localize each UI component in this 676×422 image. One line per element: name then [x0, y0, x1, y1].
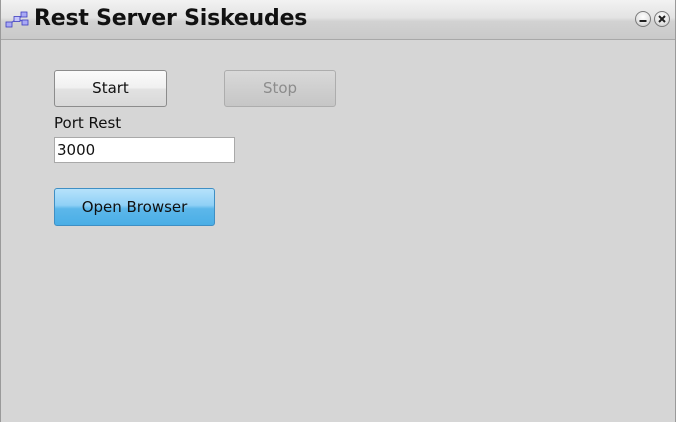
- title-bar[interactable]: Rest Server Siskeudes: [1, 0, 675, 40]
- open-browser-button[interactable]: Open Browser: [54, 188, 215, 226]
- network-nodes-icon: [5, 10, 29, 30]
- window-title: Rest Server Siskeudes: [34, 6, 308, 31]
- close-button[interactable]: [654, 11, 670, 27]
- app-window: Rest Server Siskeudes Start Stop Port Re…: [0, 0, 676, 422]
- port-input[interactable]: [54, 137, 235, 163]
- minimize-button[interactable]: [635, 11, 651, 27]
- start-button[interactable]: Start: [54, 70, 167, 107]
- port-label: Port Rest: [54, 114, 122, 132]
- stop-button[interactable]: Stop: [224, 70, 336, 107]
